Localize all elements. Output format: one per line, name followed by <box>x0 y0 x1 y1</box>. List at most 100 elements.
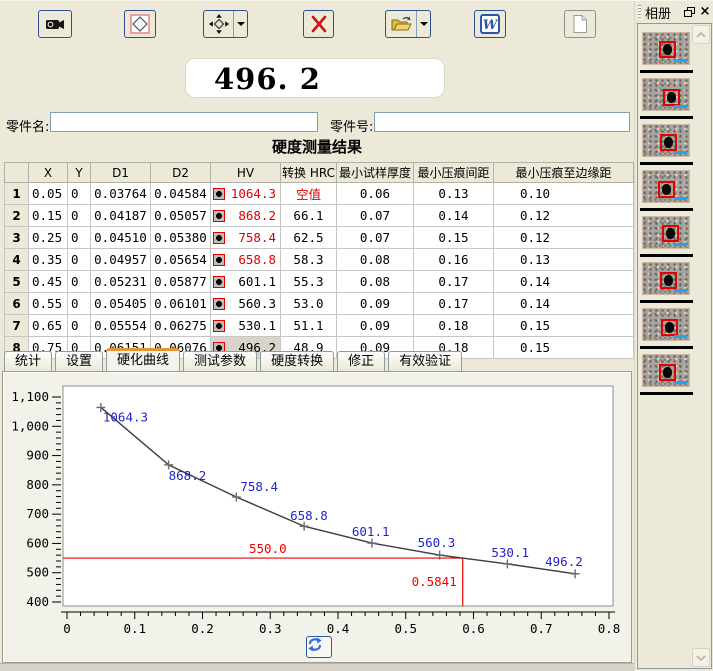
cell-min-spacing[interactable]: 0.18 <box>413 315 493 337</box>
cell-min-edge-distance[interactable]: 0.13 <box>493 249 633 271</box>
cell-hrc[interactable]: 53.0 <box>281 293 337 315</box>
refresh-chart-button[interactable] <box>306 636 332 658</box>
cell-d1[interactable]: 0.05554 <box>91 315 151 337</box>
part-number-input[interactable] <box>374 112 630 132</box>
open-file-button[interactable] <box>385 10 431 38</box>
tab-统计[interactable]: 统计 <box>4 351 52 371</box>
album-thumbnail[interactable] <box>640 32 693 73</box>
cell-min-edge-distance[interactable]: 0.12 <box>493 205 633 227</box>
cell-min-edge-distance[interactable]: 0.14 <box>493 271 633 293</box>
cell-y[interactable]: 0 <box>68 271 91 293</box>
cell-min-spacing[interactable]: 0.15 <box>413 227 493 249</box>
cell-y[interactable]: 0 <box>68 293 91 315</box>
cell-x[interactable]: 0.05 <box>29 183 68 205</box>
cell-hrc[interactable]: 62.5 <box>281 227 337 249</box>
cell-d2[interactable]: 0.04584 <box>151 183 211 205</box>
cell-min-thickness[interactable]: 0.08 <box>336 249 413 271</box>
cell-d2[interactable]: 0.05654 <box>151 249 211 271</box>
tab-修正[interactable]: 修正 <box>337 351 385 371</box>
export-word-button[interactable]: W <box>474 10 506 38</box>
cell-x[interactable]: 0.65 <box>29 315 68 337</box>
row-number-cell[interactable]: 1 <box>5 183 29 205</box>
scroll-down-button[interactable] <box>692 648 710 667</box>
album-thumbnail[interactable] <box>640 354 693 395</box>
cell-hv[interactable]: 560.3 <box>211 293 281 315</box>
cell-d2[interactable]: 0.05380 <box>151 227 211 249</box>
part-name-input[interactable] <box>50 112 318 132</box>
delete-button[interactable] <box>303 10 334 38</box>
cell-hv[interactable]: 601.1 <box>211 271 281 293</box>
cell-x[interactable]: 0.35 <box>29 249 68 271</box>
row-number-cell[interactable]: 4 <box>5 249 29 271</box>
cell-x[interactable]: 0.25 <box>29 227 68 249</box>
cell-d2[interactable]: 0.06275 <box>151 315 211 337</box>
tab-硬化曲线[interactable]: 硬化曲线 <box>106 348 180 371</box>
cell-x[interactable]: 0.55 <box>29 293 68 315</box>
cell-min-thickness[interactable]: 0.06 <box>336 183 413 205</box>
album-thumbnail[interactable] <box>640 78 693 119</box>
cell-min-spacing[interactable]: 0.14 <box>413 205 493 227</box>
scroll-up-button[interactable] <box>692 25 710 44</box>
row-number-cell[interactable]: 2 <box>5 205 29 227</box>
cell-hrc[interactable]: 55.3 <box>281 271 337 293</box>
cell-min-thickness[interactable]: 0.08 <box>336 271 413 293</box>
cell-x[interactable]: 0.15 <box>29 205 68 227</box>
new-file-button[interactable] <box>564 10 596 38</box>
close-panel-button[interactable]: × <box>698 5 712 19</box>
cell-hv[interactable]: 530.1 <box>211 315 281 337</box>
cell-min-spacing[interactable]: 0.17 <box>413 293 493 315</box>
album-thumbnail[interactable] <box>640 262 693 303</box>
album-thumbnail[interactable] <box>640 216 693 257</box>
cell-d1[interactable]: 0.05231 <box>91 271 151 293</box>
cell-d1[interactable]: 0.05405 <box>91 293 151 315</box>
cell-hrc[interactable]: 58.3 <box>281 249 337 271</box>
row-number-cell[interactable]: 7 <box>5 315 29 337</box>
tab-硬度转换[interactable]: 硬度转换 <box>260 351 334 371</box>
cell-min-thickness[interactable]: 0.07 <box>336 227 413 249</box>
cell-hrc[interactable]: 66.1 <box>281 205 337 227</box>
cell-hv[interactable]: 758.4 <box>211 227 281 249</box>
row-number-cell[interactable]: 5 <box>5 271 29 293</box>
cell-y[interactable]: 0 <box>68 205 91 227</box>
cell-min-edge-distance[interactable]: 0.15 <box>493 337 633 359</box>
panel-grip-handle[interactable] <box>638 5 641 19</box>
tab-设置[interactable]: 设置 <box>55 351 103 371</box>
tab-有效验证[interactable]: 有效验证 <box>388 351 462 371</box>
row-number-cell[interactable]: 6 <box>5 293 29 315</box>
move-stage-button[interactable] <box>203 10 248 38</box>
camera-button[interactable] <box>38 10 72 38</box>
cell-d2[interactable]: 0.05057 <box>151 205 211 227</box>
cell-y[interactable]: 0 <box>68 183 91 205</box>
cell-min-edge-distance[interactable]: 0.14 <box>493 293 633 315</box>
cell-d1[interactable]: 0.04187 <box>91 205 151 227</box>
album-thumbnail[interactable] <box>640 170 693 211</box>
cell-d1[interactable]: 0.04510 <box>91 227 151 249</box>
cell-min-spacing[interactable]: 0.17 <box>413 271 493 293</box>
row-number-cell[interactable]: 3 <box>5 227 29 249</box>
cell-min-spacing[interactable]: 0.13 <box>413 183 493 205</box>
cell-hv[interactable]: 1064.3 <box>211 183 281 205</box>
cell-d1[interactable]: 0.04957 <box>91 249 151 271</box>
cell-hrc[interactable]: 空值 <box>281 183 337 205</box>
cell-d2[interactable]: 0.06101 <box>151 293 211 315</box>
cell-hv[interactable]: 658.8 <box>211 249 281 271</box>
cell-min-thickness[interactable]: 0.09 <box>336 293 413 315</box>
cell-y[interactable]: 0 <box>68 249 91 271</box>
cell-x[interactable]: 0.45 <box>29 271 68 293</box>
cell-y[interactable]: 0 <box>68 315 91 337</box>
open-file-dropdown-arrow[interactable] <box>416 11 430 37</box>
cell-d1[interactable]: 0.03764 <box>91 183 151 205</box>
cell-min-thickness[interactable]: 0.09 <box>336 315 413 337</box>
cell-min-thickness[interactable]: 0.07 <box>336 205 413 227</box>
tab-测试参数[interactable]: 测试参数 <box>183 351 257 371</box>
cell-hv[interactable]: 868.2 <box>211 205 281 227</box>
cell-d2[interactable]: 0.05877 <box>151 271 211 293</box>
album-thumbnail[interactable] <box>640 124 693 165</box>
album-thumbnail[interactable] <box>640 308 693 349</box>
cell-min-edge-distance[interactable]: 0.12 <box>493 227 633 249</box>
cell-y[interactable]: 0 <box>68 227 91 249</box>
float-panel-button[interactable] <box>682 5 696 19</box>
cell-min-edge-distance[interactable]: 0.15 <box>493 315 633 337</box>
cell-min-spacing[interactable]: 0.16 <box>413 249 493 271</box>
move-stage-dropdown-arrow[interactable] <box>233 11 247 37</box>
